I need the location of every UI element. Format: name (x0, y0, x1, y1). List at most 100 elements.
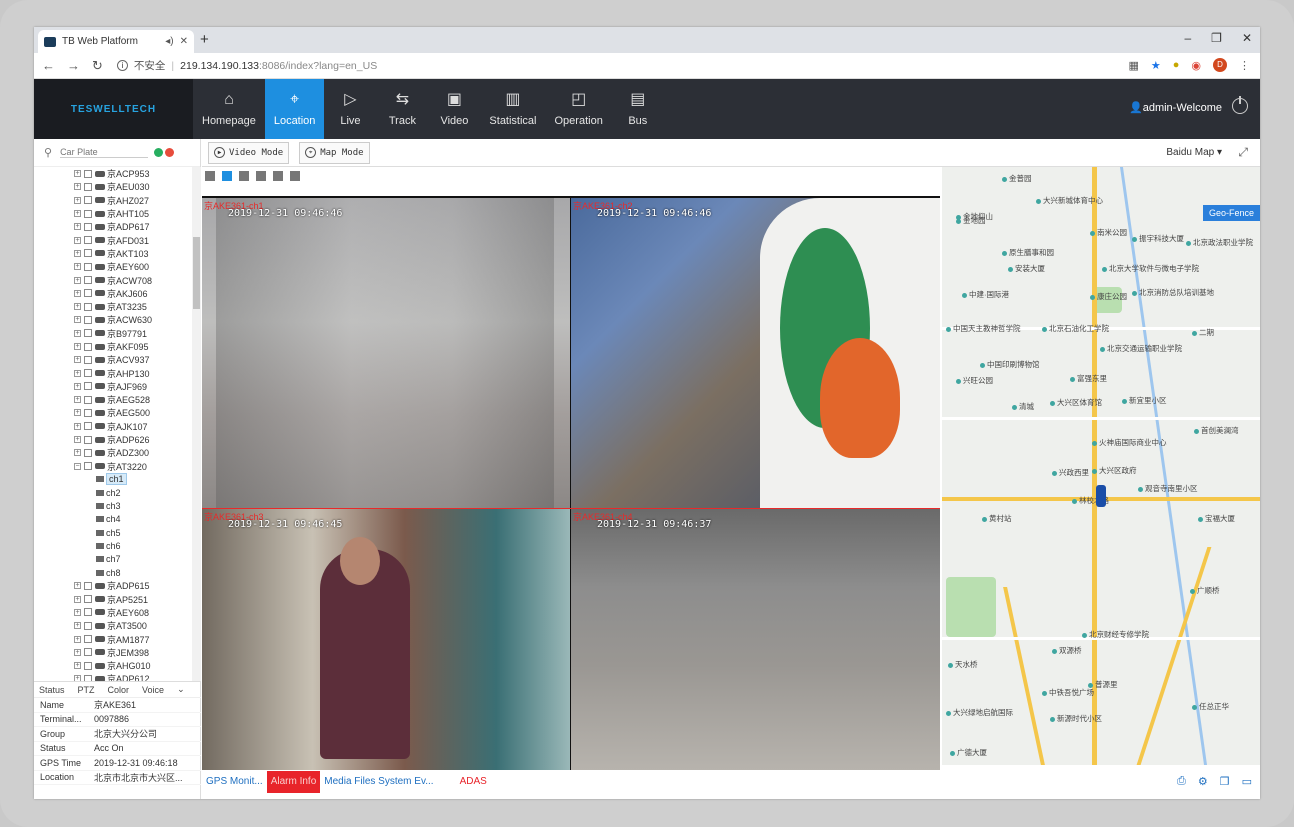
map-poi-label[interactable]: 宝福大厦 (1198, 513, 1235, 524)
tree-vehicle-row[interactable]: + 京ADP626 (34, 433, 192, 446)
power-icon[interactable] (1232, 96, 1248, 114)
vehicle-checkbox[interactable] (84, 408, 92, 417)
tree-channel-row[interactable]: ch6 (34, 539, 192, 552)
tree-vehicle-row[interactable]: + 京JEM398 (34, 646, 192, 659)
tree-vehicle-row[interactable]: − 京AT3220 (34, 460, 192, 473)
close-window-button[interactable]: ✕ (1242, 31, 1252, 45)
tab-voice[interactable]: Voice (142, 685, 164, 695)
tree-channel-row[interactable]: ch2 (34, 486, 192, 499)
expand-icon[interactable]: + (74, 183, 81, 191)
map-poi-label[interactable]: 原生膳事和园 (1002, 247, 1054, 258)
video-cell-ch1[interactable]: 京AKE361-ch1 2019-12-31 09:46:46 (202, 198, 570, 508)
tree-vehicle-row[interactable]: + 京AEG500 (34, 406, 192, 419)
vehicle-checkbox[interactable] (84, 661, 92, 670)
tab-color[interactable]: Color (108, 685, 130, 695)
tree-vehicle-row[interactable]: + 京AKT103 (34, 247, 192, 260)
tree-vehicle-row[interactable]: + 京AT3235 (34, 300, 192, 313)
expand-icon[interactable]: + (74, 356, 81, 364)
expand-icon[interactable]: + (74, 608, 81, 616)
expand-icon[interactable]: + (74, 582, 81, 590)
map-poi-label[interactable]: 新源时代小区 (1050, 713, 1102, 724)
map-poi-label[interactable]: 广顺桥 (1190, 585, 1220, 596)
layout-6-icon[interactable] (239, 171, 249, 181)
vehicle-checkbox[interactable] (84, 435, 92, 444)
vehicle-checkbox[interactable] (84, 302, 92, 311)
map-poi-label[interactable]: 北京交通运输职业学院 (1100, 343, 1182, 354)
vehicle-checkbox[interactable] (84, 169, 92, 178)
map-poi-label[interactable]: 金普园 (1002, 173, 1032, 184)
layout-16-icon[interactable] (290, 171, 300, 181)
map-poi-label[interactable]: 富强东里 (1070, 373, 1107, 384)
tree-vehicle-row[interactable]: + 京AJK107 (34, 420, 192, 433)
expand-icon[interactable]: + (74, 595, 81, 603)
map-poi-label[interactable]: 中国印刷博物馆 (980, 359, 1040, 370)
expand-icon[interactable]: + (74, 343, 81, 350)
expand-icon[interactable]: + (74, 196, 81, 204)
map-poi-label[interactable]: 大兴绿地启航国际 (946, 707, 1013, 718)
menu-location[interactable]: ⌖ Location (264, 79, 325, 139)
url-field[interactable]: i 不安全 | 219.134.190.133 :8086/index?lang… (116, 58, 377, 73)
map-poi-label[interactable]: 大兴区政府 (1092, 465, 1137, 476)
layout-4-icon[interactable] (222, 171, 232, 181)
vehicle-checkbox[interactable] (84, 382, 92, 391)
video-mode-button[interactable]: ▶ Video Mode (208, 141, 290, 164)
tree-vehicle-row[interactable]: + 京AHP130 (34, 366, 192, 379)
scroll-thumb[interactable] (193, 237, 200, 309)
expand-icon[interactable]: + (74, 170, 81, 178)
expand-icon[interactable]: + (74, 289, 81, 297)
info-icon[interactable]: i (116, 60, 128, 71)
map-poi-label[interactable]: 北京政法职业学院 (1186, 237, 1253, 248)
tab-ptz[interactable]: PTZ (78, 685, 95, 695)
tree-vehicle-row[interactable]: + 京ACW630 (34, 313, 192, 326)
tree-channel-row[interactable]: ch4 (34, 513, 192, 526)
tree-vehicle-row[interactable]: + 京AEG528 (34, 393, 192, 406)
expand-icon[interactable]: + (74, 635, 81, 643)
chrome-icon[interactable]: ◉ (1191, 59, 1201, 72)
expand-icon[interactable]: + (74, 622, 81, 630)
restore-button[interactable]: ❐ (1211, 31, 1222, 45)
menu-dots-icon[interactable]: ⋮ (1239, 59, 1250, 72)
stop-icon[interactable] (165, 148, 175, 157)
tree-vehicle-row[interactable]: + 京ACW708 (34, 273, 192, 286)
tree-vehicle-row[interactable]: + 京AT3500 (34, 619, 192, 632)
map-poi-label[interactable]: 振宇科技大厦 (1132, 233, 1184, 244)
expand-icon[interactable]: + (74, 276, 81, 284)
expand-icon[interactable]: + (74, 422, 81, 430)
extension-icon[interactable]: ● (1173, 59, 1180, 71)
menu-track[interactable]: ⇆ Track (376, 79, 428, 139)
tree-vehicle-row[interactable]: + 京ADP617 (34, 220, 192, 233)
vehicle-checkbox[interactable] (84, 581, 92, 590)
tab-alarm-info[interactable]: Alarm Info (266, 771, 321, 793)
reload-icon[interactable]: ↻ (92, 58, 103, 74)
map-poi-label[interactable]: 中建·国际港 (962, 289, 1009, 300)
vehicle-checkbox[interactable] (84, 276, 92, 285)
tree-vehicle-row[interactable]: + 京AP5251 (34, 593, 192, 606)
expand-icon[interactable]: + (74, 449, 81, 457)
geo-fence-button[interactable]: Geo-Fence (1202, 205, 1260, 221)
vehicle-checkbox[interactable] (84, 262, 92, 271)
vehicle-checkbox[interactable] (84, 196, 92, 205)
export-icon[interactable]: ⎙ (1177, 775, 1186, 788)
video-cell-ch3[interactable]: 京AKE361-ch3 2019-12-31 09:46:45 (202, 509, 570, 770)
browser-tab[interactable]: TB Web Platform ◂) ✕ (38, 30, 194, 53)
tree-vehicle-row[interactable]: + 京ADP612 (34, 672, 192, 681)
minimize-button[interactable]: – (1184, 31, 1191, 45)
expand-icon[interactable]: + (74, 382, 81, 390)
expand-icon[interactable]: + (74, 263, 81, 271)
vehicle-checkbox[interactable] (84, 209, 92, 218)
window-icon[interactable]: ❐ (1220, 775, 1230, 788)
map-poi-label[interactable]: 安装大厦 (1008, 263, 1045, 274)
vehicle-checkbox[interactable] (84, 369, 92, 378)
vehicle-checkbox[interactable] (84, 462, 92, 471)
map-poi-label[interactable]: 中铁吾悦广场 (1042, 687, 1094, 698)
collapse-icon[interactable]: − (74, 462, 81, 470)
vehicle-checkbox[interactable] (84, 448, 92, 457)
tree-vehicle-row[interactable]: + 京AFD031 (34, 233, 192, 246)
back-icon[interactable]: ← (42, 58, 55, 74)
vehicle-checkbox[interactable] (84, 635, 92, 644)
tab-media-files[interactable]: Media Files System Ev... (320, 771, 437, 793)
refresh-icon[interactable] (154, 148, 164, 157)
map-mode-button[interactable]: ⌖ Map Mode (299, 141, 370, 164)
maximize-icon[interactable]: ▭ (1242, 775, 1252, 788)
map-provider-select[interactable]: Baidu Map ▾ (1166, 147, 1222, 158)
